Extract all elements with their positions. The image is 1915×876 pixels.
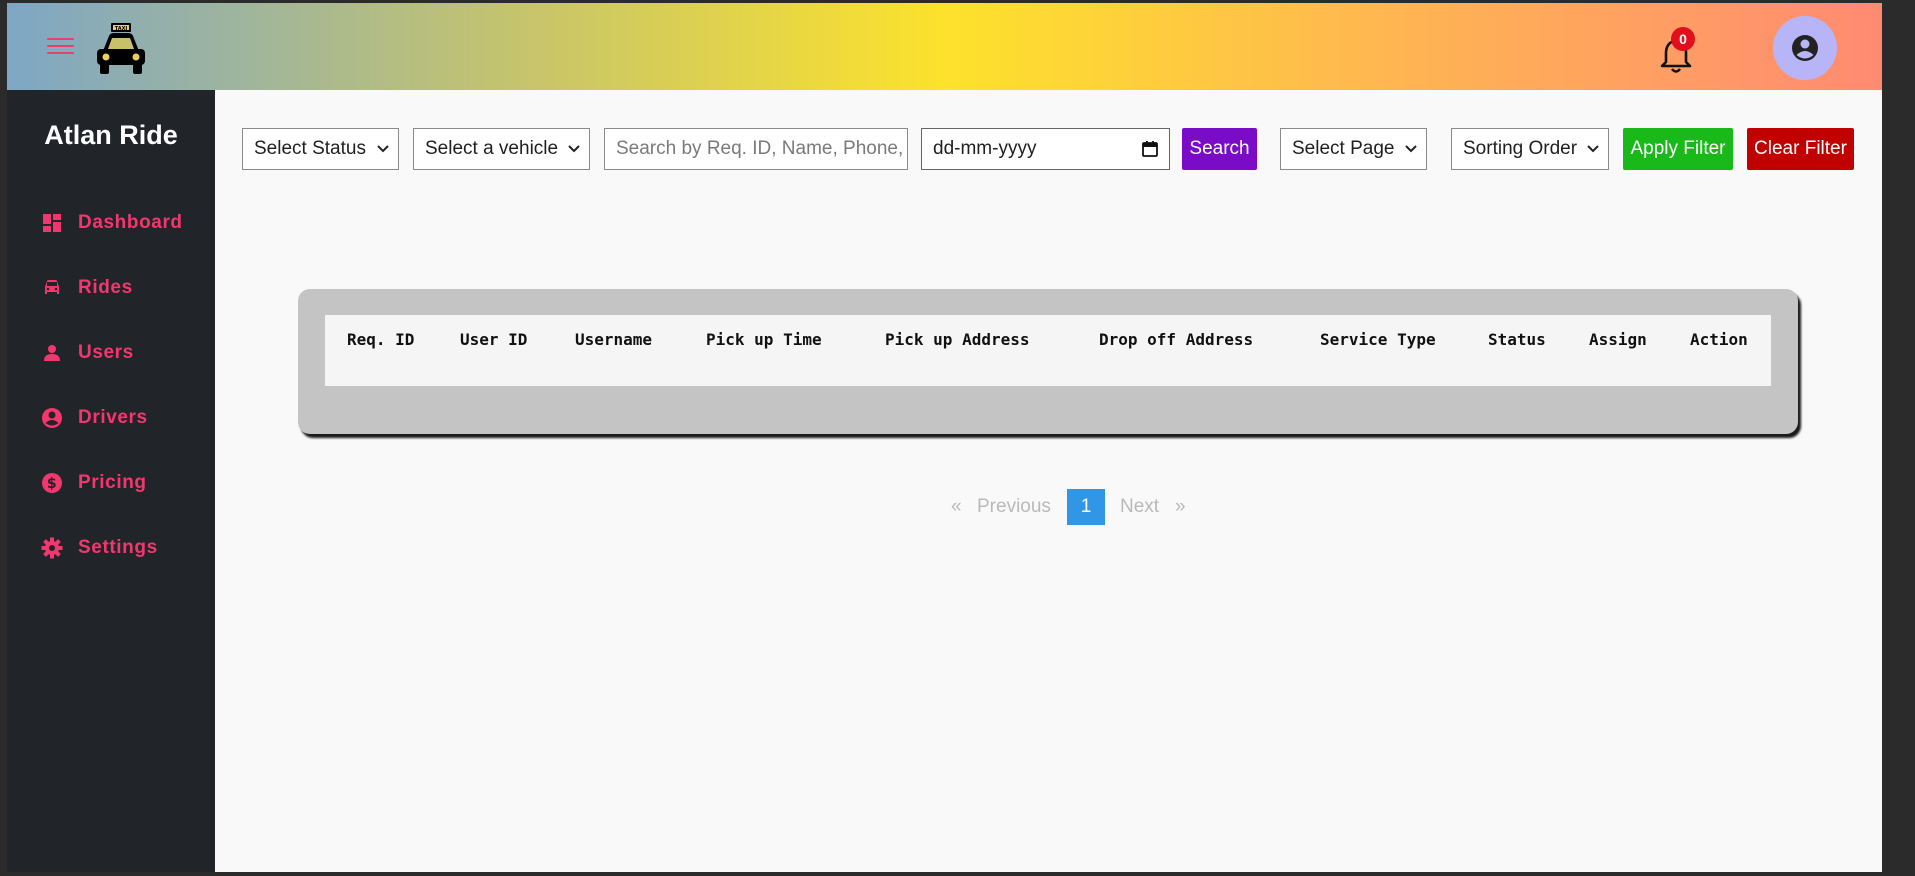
svg-text:$: $ — [47, 476, 57, 492]
column-header-assign: Assign — [1589, 330, 1647, 349]
column-header-user-id: User ID — [460, 330, 528, 349]
pagination-previous[interactable]: Previous — [977, 496, 1051, 518]
search-placeholder: Search by Req. ID, Name, Phone, P — [616, 138, 908, 159]
pagination-prev-arrow[interactable]: « — [951, 496, 962, 518]
sidebar-item-label: Dashboard — [78, 212, 183, 233]
page-select-value: Select Page — [1292, 138, 1395, 159]
date-input[interactable]: dd-mm-yyyy — [921, 128, 1170, 170]
taxi-logo-icon: TAXI — [97, 23, 145, 74]
column-header-pickup-time: Pick up Time — [706, 330, 822, 349]
profile-avatar[interactable] — [1773, 16, 1837, 80]
chevron-down-icon — [568, 145, 580, 153]
status-select-value: Select Status — [254, 138, 366, 159]
sidebar-item-dashboard[interactable]: Dashboard — [41, 208, 183, 238]
chevron-down-icon — [1405, 145, 1417, 153]
dollar-icon: $ — [41, 472, 63, 494]
calendar-icon[interactable] — [1141, 140, 1159, 158]
sort-select-value: Sorting Order — [1463, 138, 1578, 159]
sidebar-item-label: Pricing — [78, 472, 147, 493]
sidebar-item-label: Rides — [78, 277, 133, 298]
user-icon — [41, 342, 63, 364]
driver-icon — [41, 407, 63, 429]
column-header-dropoff-address: Drop off Address — [1099, 330, 1254, 349]
account-circle-icon — [1792, 35, 1818, 61]
search-input[interactable]: Search by Req. ID, Name, Phone, P — [604, 128, 908, 170]
brand-title: Atlan Ride — [44, 120, 178, 150]
status-select[interactable]: Select Status — [242, 128, 399, 170]
notification-badge: 0 — [1671, 27, 1695, 51]
rides-table: Req. ID User ID Username Pick up Time Pi… — [325, 315, 1771, 386]
search-button[interactable]: Search — [1182, 128, 1257, 170]
sidebar-item-label: Settings — [78, 537, 158, 558]
menu-toggle-icon[interactable] — [47, 35, 74, 57]
gear-icon — [41, 537, 63, 559]
sidebar-item-label: Users — [78, 342, 134, 363]
apply-filter-button[interactable]: Apply Filter — [1623, 128, 1733, 170]
dashboard-icon — [41, 212, 63, 234]
sidebar-item-rides[interactable]: Rides — [41, 273, 133, 303]
column-header-req-id: Req. ID — [347, 330, 415, 349]
top-bar: TAXI 0 — [7, 3, 1882, 90]
sidebar-item-pricing[interactable]: $ Pricing — [41, 468, 147, 498]
pagination-next-arrow[interactable]: » — [1175, 496, 1186, 518]
sidebar-item-users[interactable]: Users — [41, 338, 134, 368]
column-header-action: Action — [1690, 330, 1748, 349]
chevron-down-icon — [1587, 145, 1599, 153]
sidebar: Atlan Ride Dashboard Rides Users Drivers — [7, 90, 215, 872]
column-header-pickup-address: Pick up Address — [885, 330, 1030, 349]
sort-select[interactable]: Sorting Order — [1451, 128, 1609, 170]
date-value: dd-mm-yyyy — [933, 138, 1037, 159]
app-window: TAXI 0 Atlan Ride Dashboard Rides Users … — [7, 3, 1882, 872]
svg-text:TAXI: TAXI — [115, 26, 128, 32]
page-select[interactable]: Select Page — [1280, 128, 1427, 170]
column-header-service-type: Service Type — [1320, 330, 1436, 349]
clear-filter-button[interactable]: Clear Filter — [1747, 128, 1854, 170]
chevron-down-icon — [377, 145, 389, 153]
vehicle-select[interactable]: Select a vehicle — [413, 128, 590, 170]
rides-table-card: Req. ID User ID Username Pick up Time Pi… — [298, 289, 1798, 434]
vehicle-select-value: Select a vehicle — [425, 138, 559, 159]
sidebar-item-settings[interactable]: Settings — [41, 533, 158, 563]
pagination-page-current[interactable]: 1 — [1067, 489, 1105, 525]
column-header-status: Status — [1488, 330, 1546, 349]
sidebar-item-label: Drivers — [78, 407, 148, 428]
column-header-username: Username — [575, 330, 653, 349]
car-icon — [41, 277, 63, 299]
sidebar-item-drivers[interactable]: Drivers — [41, 403, 148, 433]
pagination-next[interactable]: Next — [1120, 496, 1159, 518]
